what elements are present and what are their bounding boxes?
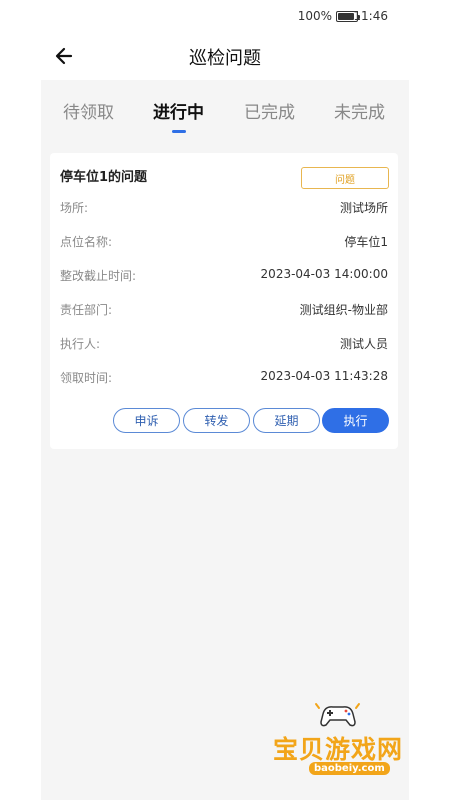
detail-row-deadline: 整改截止时间: 2023-04-03 14:00:00: [60, 267, 388, 287]
detail-label: 执行人:: [60, 337, 101, 351]
detail-label: 领取时间:: [60, 371, 113, 385]
tab-incomplete[interactable]: 未完成: [334, 98, 385, 123]
gamepad-logo-icon: [315, 703, 360, 727]
detail-value: 2023-04-03 14:00:00: [260, 267, 388, 281]
detail-label: 整改截止时间:: [60, 269, 137, 283]
status-bar: 100% 11:46: [0, 0, 450, 32]
detail-value: 测试人员: [339, 337, 388, 351]
active-tab-indicator: [172, 130, 186, 133]
clock: 11:46: [353, 9, 388, 23]
header: 巡检问题: [0, 32, 450, 80]
issue-type-badge: 问题: [301, 167, 389, 189]
detail-row-point-name: 点位名称: 停车位1: [60, 233, 388, 253]
watermark-url: baobeiy.com: [309, 762, 390, 775]
appeal-button[interactable]: 申诉: [113, 408, 180, 433]
issue-title: 停车位1的问题: [60, 170, 148, 185]
status-indicators: 100%: [297, 9, 360, 23]
execute-button[interactable]: 执行: [322, 408, 389, 433]
tab-bar: 待领取 进行中 已完成 未完成: [41, 80, 409, 140]
battery-percent: 100%: [297, 9, 332, 23]
detail-row-executor: 执行人: 测试人员: [60, 335, 388, 355]
detail-row-claim-time: 领取时间: 2023-04-03 11:43:28: [60, 369, 388, 389]
detail-value: 测试场所: [339, 201, 388, 215]
issue-card[interactable]: 停车位1的问题 问题 场所: 测试场所 点位名称: 停车位1 整改截止时间: 2…: [50, 153, 398, 449]
detail-row-location: 场所: 测试场所: [60, 199, 388, 219]
forward-button[interactable]: 转发: [183, 408, 250, 433]
detail-label: 点位名称:: [60, 235, 113, 249]
tab-completed[interactable]: 已完成: [244, 98, 295, 123]
detail-label: 场所:: [60, 201, 89, 215]
detail-label: 责任部门:: [60, 303, 113, 317]
detail-value: 2023-04-03 11:43:28: [260, 369, 388, 383]
tab-pending[interactable]: 待领取: [63, 98, 114, 123]
detail-row-department: 责任部门: 测试组织-物业部: [60, 301, 388, 321]
watermark: 宝贝游戏网 baobeiy.com: [273, 700, 415, 780]
detail-value: 测试组织-物业部: [299, 303, 388, 317]
extend-button[interactable]: 延期: [253, 408, 320, 433]
content-panel: 待领取 进行中 已完成 未完成 停车位1的问题 问题 场所: 测试场所 点位名称…: [41, 80, 409, 800]
watermark-name: 宝贝游戏网: [273, 735, 404, 764]
action-bar: 申诉 转发 延期 执行: [50, 408, 398, 434]
page-title: 巡检问题: [189, 48, 261, 69]
detail-value: 停车位1: [344, 235, 388, 249]
tab-in-progress[interactable]: 进行中: [153, 98, 204, 123]
